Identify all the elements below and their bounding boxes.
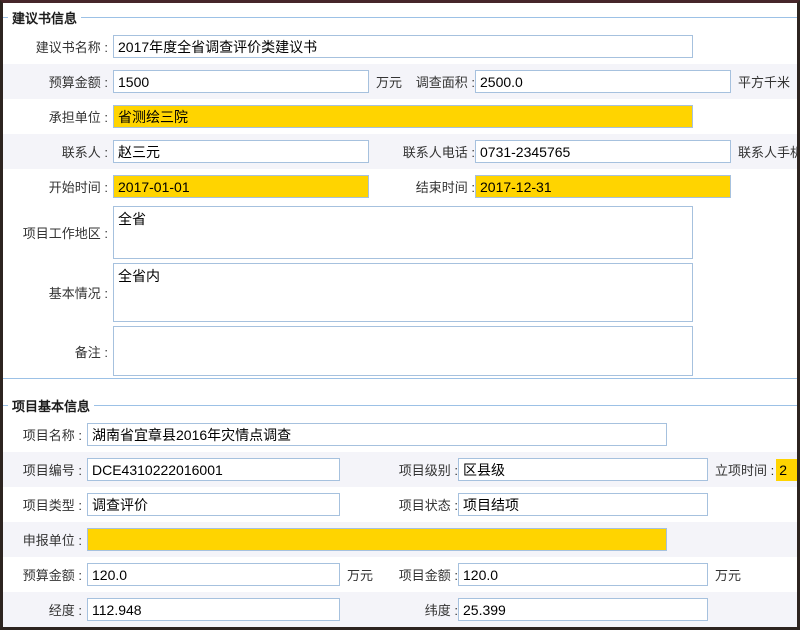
end-date-input[interactable] xyxy=(475,175,731,198)
proposal-info-fieldset: 建议书信息 建议书名称 : 预算金额 : 万元 调查面积 : 平方千米 承担单位… xyxy=(3,5,797,379)
latitude-input[interactable] xyxy=(458,598,708,621)
proposal-name-input[interactable] xyxy=(113,35,693,58)
coordinates-row: 经度 : 纬度 : xyxy=(3,592,797,627)
fieldset-border-line xyxy=(81,17,797,18)
project-amount-input[interactable] xyxy=(458,563,708,586)
approval-time-label: 立项时间 : xyxy=(715,460,774,479)
survey-area-input[interactable] xyxy=(475,70,731,93)
project-name-row: 项目名称 : xyxy=(3,417,797,452)
contact-mobile-label: 联系人手机 xyxy=(738,142,800,161)
work-region-textarea[interactable]: 全省 xyxy=(113,206,693,259)
basic-info-label: 基本情况 : xyxy=(3,283,113,302)
proposal-budget-input[interactable] xyxy=(113,70,369,93)
project-type-input[interactable] xyxy=(87,493,340,516)
contact-label: 联系人 : xyxy=(3,142,113,161)
project-status-input[interactable] xyxy=(458,493,708,516)
dates-row: 开始时间 : 结束时间 : xyxy=(3,169,797,204)
contact-row: 联系人 : 联系人电话 : 联系人手机 xyxy=(3,134,797,169)
project-code-row: 项目编号 : 项目级别 : 立项时间 : 2 xyxy=(3,452,797,487)
proposal-budget-label: 预算金额 : xyxy=(3,72,113,91)
latitude-label: 纬度 : xyxy=(425,600,458,619)
proposal-section-title: 建议书信息 xyxy=(8,8,81,27)
proposal-fieldset-legend-row: 建议书信息 xyxy=(3,5,797,29)
project-name-label: 项目名称 : xyxy=(3,425,87,444)
start-date-label: 开始时间 : xyxy=(3,177,113,196)
project-code-input[interactable] xyxy=(87,458,340,481)
undertaker-input[interactable] xyxy=(113,105,693,128)
undertaker-row: 承担单位 : xyxy=(3,99,797,134)
survey-area-label: 调查面积 : xyxy=(416,72,475,91)
project-type-row: 项目类型 : 项目状态 : xyxy=(3,487,797,522)
project-budget-row: 预算金额 : 万元 项目金额 : 万元 xyxy=(3,557,797,592)
project-level-input[interactable] xyxy=(458,458,708,481)
project-name-input[interactable] xyxy=(87,423,667,446)
contact-phone-label: 联系人电话 : xyxy=(403,142,475,161)
project-amount-unit-label: 万元 xyxy=(715,565,741,584)
basic-info-row: 基本情况 : 全省内 xyxy=(3,261,797,324)
longitude-input[interactable] xyxy=(87,598,340,621)
project-type-label: 项目类型 : xyxy=(3,495,87,514)
project-amount-label: 项目金额 : xyxy=(399,565,458,584)
applicant-input[interactable] xyxy=(87,528,667,551)
project-code-label: 项目编号 : xyxy=(3,460,87,479)
form-window: 建议书信息 建议书名称 : 预算金额 : 万元 调查面积 : 平方千米 承担单位… xyxy=(0,0,800,630)
fieldset-border-line xyxy=(94,405,797,406)
start-date-input[interactable] xyxy=(113,175,369,198)
survey-area-unit-label: 平方千米 xyxy=(738,72,790,91)
proposal-budget-row: 预算金额 : 万元 调查面积 : 平方千米 xyxy=(3,64,797,99)
approval-time-value[interactable]: 2 xyxy=(776,459,800,481)
proposal-name-row: 建议书名称 : xyxy=(3,29,797,64)
end-date-label: 结束时间 : xyxy=(416,177,475,196)
project-budget-label: 预算金额 : xyxy=(3,565,87,584)
basic-info-textarea[interactable]: 全省内 xyxy=(113,263,693,322)
work-region-row: 项目工作地区 : 全省 xyxy=(3,204,797,261)
longitude-label: 经度 : xyxy=(3,600,87,619)
project-fieldset-legend-row: 项目基本信息 xyxy=(3,393,797,417)
undertaker-label: 承担单位 : xyxy=(3,107,113,126)
contact-input[interactable] xyxy=(113,140,369,163)
work-region-label: 项目工作地区 : xyxy=(3,223,113,242)
remark-row: 备注 : xyxy=(3,324,797,378)
remark-label: 备注 : xyxy=(3,342,113,361)
budget-unit-label: 万元 xyxy=(369,72,402,91)
contact-phone-input[interactable] xyxy=(475,140,731,163)
project-budget-input[interactable] xyxy=(87,563,340,586)
applicant-row: 申报单位 : xyxy=(3,522,797,557)
proposal-name-label: 建议书名称 : xyxy=(3,37,113,56)
remark-textarea[interactable] xyxy=(113,326,693,376)
project-status-label: 项目状态 : xyxy=(399,495,458,514)
project-info-fieldset: 项目基本信息 项目名称 : 项目编号 : 项目级别 : 立项时间 : 2 项目类… xyxy=(3,393,797,627)
applicant-label: 申报单位 : xyxy=(3,530,87,549)
project-section-title: 项目基本信息 xyxy=(8,396,94,415)
project-budget-unit-label: 万元 xyxy=(340,565,373,584)
project-level-label: 项目级别 : xyxy=(399,460,458,479)
